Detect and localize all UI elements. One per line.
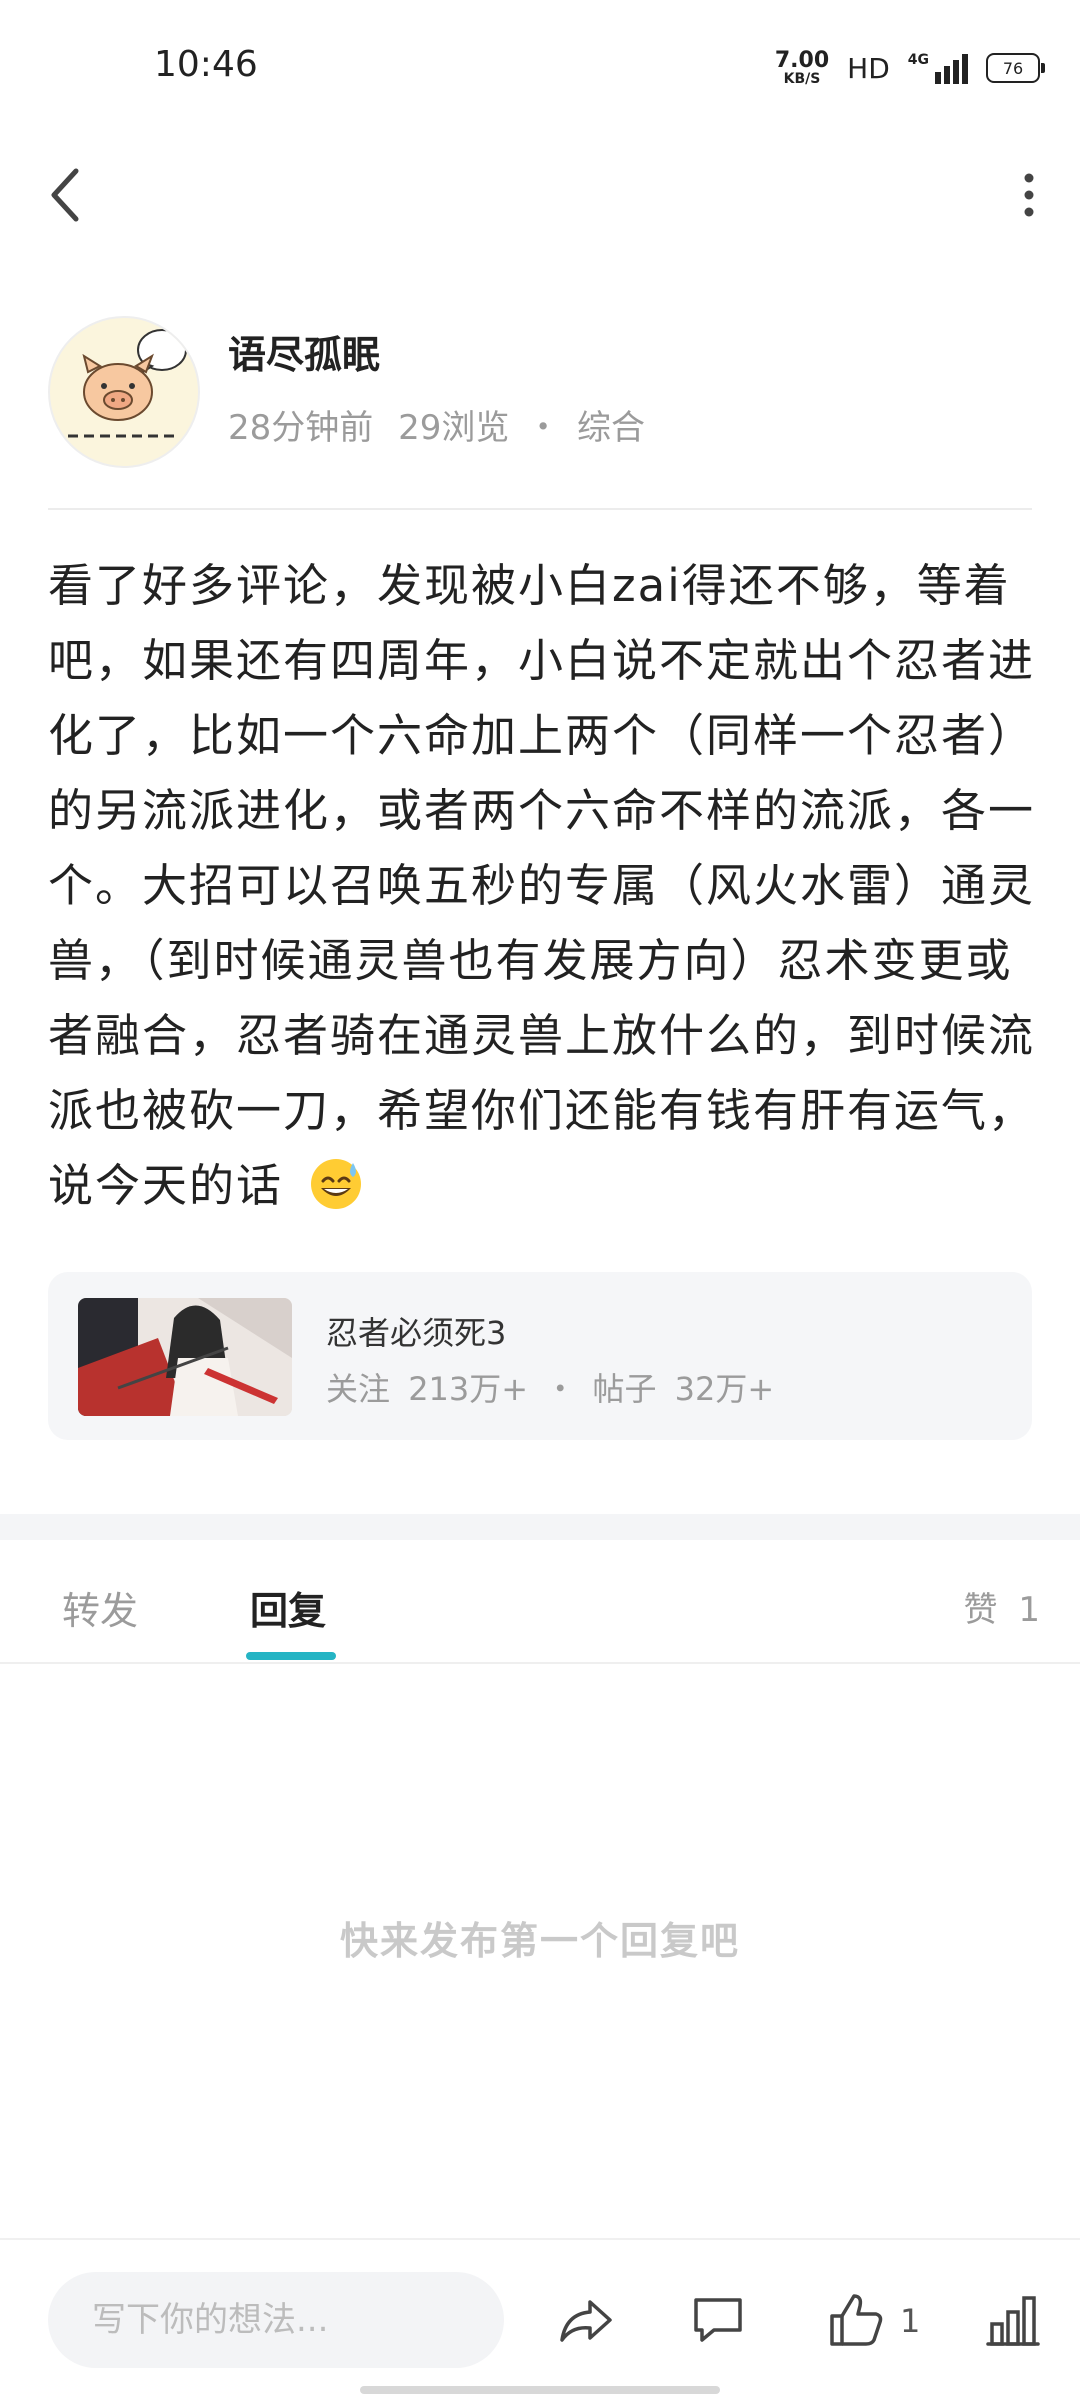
stats-separator: ・ (544, 1370, 577, 1408)
tab-reply[interactable]: 回复 (250, 1580, 326, 1635)
forum-cover-image-icon (78, 1298, 292, 1416)
forum-stats: 关注 213万+ ・ 帖子 32万+ (326, 1364, 774, 1410)
more-options-button[interactable] (1004, 160, 1054, 230)
status-icons: 7.00 KB/S HD 4G 76 (774, 48, 1045, 88)
tab-repost[interactable]: 转发 (62, 1580, 138, 1635)
empty-state-text: 快来发布第一个回复吧 (339, 1919, 740, 1963)
signal-icon: 4G (908, 52, 968, 84)
likes-count: 1 (1018, 1590, 1040, 1630)
divider (48, 508, 1032, 510)
network-speed-value: 7.00 (774, 48, 830, 73)
battery-icon: 76 (986, 53, 1045, 83)
back-button[interactable] (40, 160, 90, 230)
chevron-left-icon (51, 168, 79, 222)
tab-likes[interactable]: 赞 1 (964, 1582, 1040, 1631)
network-speed: 7.00 KB/S (774, 48, 830, 87)
comment-icon[interactable] (688, 2290, 748, 2350)
forum-name: 忍者必须死3 (326, 1314, 507, 1352)
status-bar: 10:46 7.00 KB/S HD 4G 76 (0, 0, 1080, 130)
post-text: 看了好多评论，发现被小白zai得还不够，等着吧，如果还有四周年，小白说不定就出个… (48, 559, 1036, 1212)
grinning-sweat-emoji-icon (311, 1159, 362, 1209)
stats-chart-icon[interactable] (982, 2290, 1042, 2350)
forum-thumbnail (78, 1298, 292, 1416)
status-time: 10:46 (154, 44, 258, 85)
more-vertical-icon (1024, 173, 1034, 217)
meta-separator: ・ (526, 408, 561, 448)
thumbs-up-icon[interactable] (826, 2290, 886, 2350)
bottom-action-bar: 1 (0, 2238, 1080, 2402)
post-time: 28分钟前 (228, 408, 374, 448)
hd-indicator: HD (847, 51, 890, 85)
follow-label: 关注 (326, 1370, 391, 1408)
battery-level: 76 (1002, 58, 1024, 78)
tab-active-indicator (246, 1652, 336, 1660)
posts-count: 32万+ (674, 1370, 775, 1408)
avatar[interactable] (48, 316, 200, 468)
follow-count: 213万+ (408, 1370, 529, 1408)
reply-tabs: 转发 回复 赞 1 (0, 1540, 1080, 1664)
signal-type-label: 4G (907, 52, 929, 68)
post-meta: 28分钟前 29浏览 ・ 综合 (228, 400, 645, 449)
likes-label: 赞 (963, 1590, 998, 1630)
section-divider (0, 1514, 1080, 1540)
post-category: 综合 (576, 408, 645, 448)
comment-input[interactable] (48, 2272, 504, 2368)
like-count: 1 (900, 2302, 921, 2340)
author-name[interactable]: 语尽孤眠 (228, 324, 380, 379)
forum-card[interactable]: 忍者必须死3 关注 213万+ ・ 帖子 32万+ (48, 1272, 1032, 1440)
posts-label: 帖子 (592, 1370, 657, 1408)
home-indicator[interactable] (360, 2386, 720, 2394)
share-icon[interactable] (556, 2290, 616, 2350)
view-count: 29浏览 (398, 408, 510, 448)
pig-avatar-icon (68, 329, 187, 438)
post-content: 看了好多评论，发现被小白zai得还不够，等着吧，如果还有四周年，小白说不定就出个… (48, 548, 1038, 1223)
network-speed-unit: KB/S (783, 71, 821, 87)
